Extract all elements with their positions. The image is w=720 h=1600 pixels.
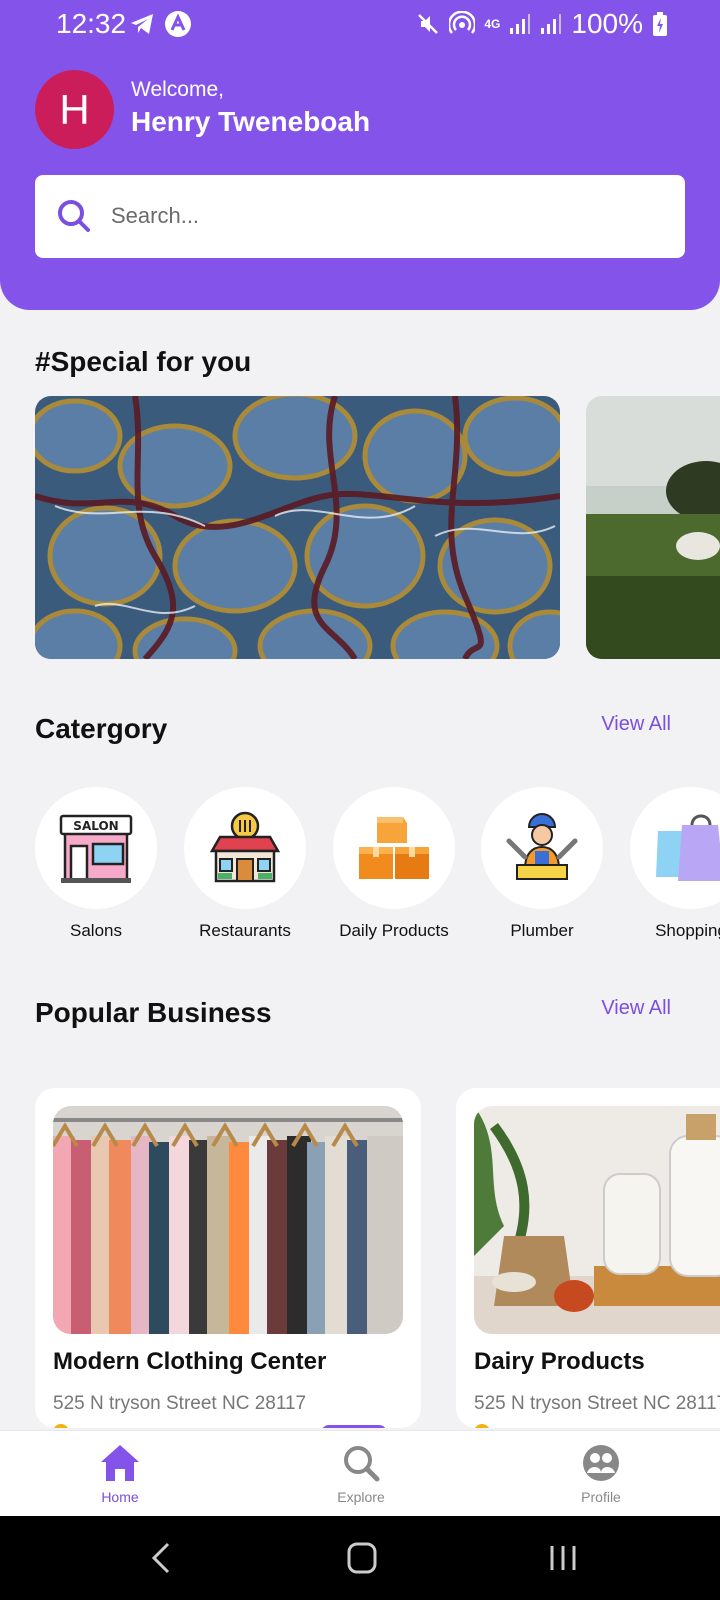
salon-icon: SALON <box>59 814 133 883</box>
business-card[interactable]: Dairy Products 525 N tryson Street NC 28… <box>456 1088 720 1428</box>
clothing-rack-image <box>53 1106 403 1334</box>
category-item-shopping[interactable]: Shopping <box>630 787 720 940</box>
field-image <box>586 396 720 659</box>
battery-icon <box>653 12 667 36</box>
business-address: 525 N tryson Street NC 28117 <box>474 1393 720 1414</box>
special-title: #Special for you <box>35 346 252 377</box>
search-icon <box>344 1446 380 1482</box>
nav-label: Profile <box>581 1489 621 1505</box>
category-item-restaurants[interactable]: Restaurants <box>184 787 306 940</box>
welcome-text: Welcome, <box>131 78 224 101</box>
nav-profile[interactable]: Profile <box>541 1443 661 1505</box>
search-icon <box>58 200 90 232</box>
hotspot-icon <box>449 11 476 34</box>
system-nav-bar <box>0 1516 720 1600</box>
nav-home[interactable]: Home <box>60 1443 180 1505</box>
boxes-icon <box>359 817 429 879</box>
profile-icon <box>583 1445 619 1481</box>
battery-percent: 100% <box>571 8 643 39</box>
recent-apps-icon[interactable] <box>548 1538 578 1578</box>
avatar[interactable]: H <box>35 70 114 149</box>
category-title: Catergory <box>35 713 168 744</box>
rating-star-icon <box>474 1424 490 1428</box>
business-card[interactable]: Modern Clothing Center 525 N tryson Stre… <box>35 1088 421 1428</box>
marbled-paper-image <box>35 396 560 659</box>
search-bar[interactable] <box>35 175 685 258</box>
shopping-bags-icon <box>656 814 720 881</box>
home-icon <box>101 1445 139 1481</box>
status-time: 12:32 <box>56 8 127 39</box>
restaurant-icon <box>209 811 281 883</box>
signal-icon <box>510 14 531 34</box>
popular-title: Popular Business <box>35 997 272 1028</box>
business-name: Modern Clothing Center <box>53 1348 327 1375</box>
nav-label: Home <box>101 1489 139 1505</box>
rating-star-icon <box>53 1424 69 1428</box>
category-item-salons[interactable]: SALON Salons <box>35 787 157 940</box>
back-icon[interactable] <box>148 1538 172 1578</box>
category-item-daily-products[interactable]: Daily Products <box>333 787 455 940</box>
search-input[interactable] <box>111 193 661 239</box>
category-item-plumber[interactable]: Plumber <box>481 787 603 940</box>
special-banner[interactable] <box>35 396 560 659</box>
popular-view-all-link[interactable]: View All <box>601 997 671 1020</box>
home-screen: 12:32 4G 100% H Welcome, Henry Tweneboah <box>0 0 720 1600</box>
user-name: Henry Tweneboah <box>131 106 371 137</box>
status-bar: 12:32 4G 100% <box>0 0 720 52</box>
signal-icon-2 <box>541 14 562 34</box>
svg-text:SALON: SALON <box>73 819 118 833</box>
category-view-all-link[interactable]: View All <box>601 713 671 736</box>
business-badge <box>321 1425 387 1428</box>
app-notification-icon <box>165 11 191 37</box>
business-address: 525 N tryson Street NC 28117 <box>53 1393 307 1414</box>
plumber-icon <box>506 813 578 880</box>
home-button-icon[interactable] <box>346 1538 378 1578</box>
category-label: Shopping <box>655 921 720 940</box>
business-name: Dairy Products <box>474 1348 645 1375</box>
bottom-nav: Home Explore Profile <box>0 1430 720 1516</box>
dairy-image <box>474 1106 720 1334</box>
header: 12:32 4G 100% H Welcome, Henry Tweneboah <box>0 0 720 310</box>
nav-explore[interactable]: Explore <box>301 1443 421 1505</box>
network-type: 4G <box>484 17 501 31</box>
telegram-icon <box>131 14 153 34</box>
mute-icon <box>418 14 439 34</box>
special-banner-2[interactable] <box>586 396 720 659</box>
nav-label: Explore <box>337 1489 385 1505</box>
